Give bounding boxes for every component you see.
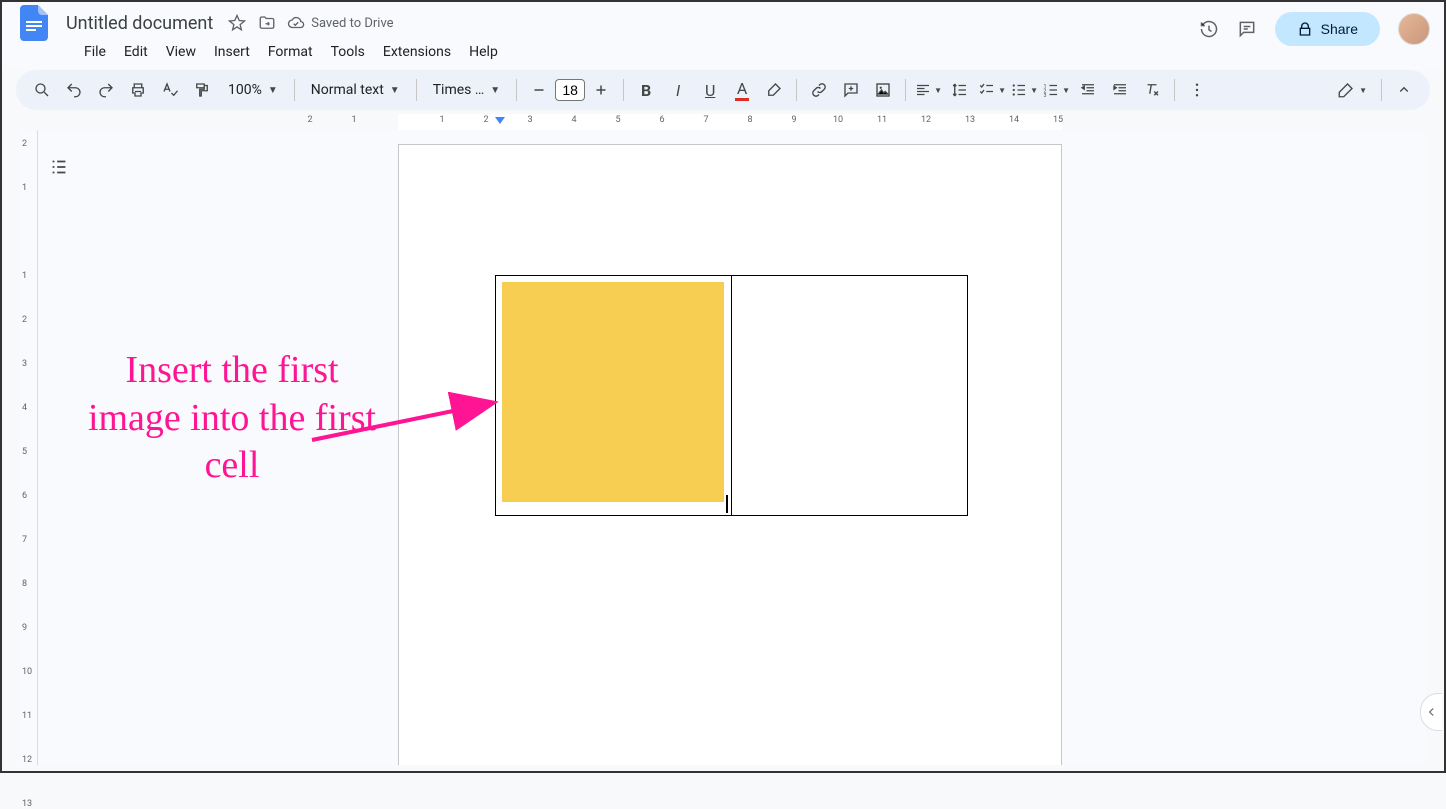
account-avatar[interactable]: [1398, 13, 1430, 45]
table-row: [496, 276, 968, 516]
chevron-down-icon: ▼: [998, 86, 1006, 95]
chevron-down-icon: ▼: [268, 85, 278, 96]
menu-file[interactable]: File: [76, 40, 114, 64]
decrease-font-size[interactable]: [525, 76, 553, 104]
highlight-icon[interactable]: [760, 76, 788, 104]
font-family-value: Times …: [433, 82, 485, 98]
document-page[interactable]: [398, 144, 1062, 765]
numbered-list-icon[interactable]: 123▼: [1042, 76, 1070, 104]
comments-icon[interactable]: [1237, 19, 1257, 39]
share-label: Share: [1321, 21, 1358, 37]
chevron-down-icon: ▼: [490, 85, 500, 96]
menu-format[interactable]: Format: [260, 40, 321, 64]
paragraph-style-value: Normal text: [311, 82, 384, 98]
decrease-indent-icon[interactable]: [1074, 76, 1102, 104]
saved-to-drive-status[interactable]: Saved to Drive: [287, 14, 393, 32]
chevron-down-icon: ▼: [1359, 86, 1367, 95]
document-table[interactable]: [495, 275, 968, 516]
table-cell-2[interactable]: [732, 276, 968, 516]
bulleted-list-icon[interactable]: ▼: [1010, 76, 1038, 104]
app-header: Untitled document Saved to Drive Share F…: [2, 2, 1444, 70]
link-icon[interactable]: [805, 76, 833, 104]
line-spacing-icon[interactable]: [946, 76, 974, 104]
table-cell-1[interactable]: [496, 276, 732, 516]
zoom-select[interactable]: 100% ▼: [220, 78, 286, 102]
menu-insert[interactable]: Insert: [206, 40, 258, 64]
menu-help[interactable]: Help: [461, 40, 506, 64]
saved-status-text: Saved to Drive: [311, 16, 393, 31]
bold-icon[interactable]: B: [632, 76, 660, 104]
add-comment-icon[interactable]: [837, 76, 865, 104]
editing-mode-icon[interactable]: ▼: [1331, 76, 1373, 104]
chevron-down-icon: ▼: [390, 85, 400, 96]
collapse-toolbar-icon[interactable]: [1390, 76, 1418, 104]
svg-text:3: 3: [1044, 93, 1047, 99]
spellcheck-icon[interactable]: [156, 76, 184, 104]
menu-tools[interactable]: Tools: [323, 40, 373, 64]
menu-extensions[interactable]: Extensions: [375, 40, 459, 64]
more-icon[interactable]: [1183, 76, 1211, 104]
undo-icon[interactable]: [60, 76, 88, 104]
underline-icon[interactable]: U: [696, 76, 724, 104]
workspace: 2112345678910111213: [20, 130, 1426, 765]
font-family-select[interactable]: Times … ▼: [425, 78, 508, 102]
insert-image-icon[interactable]: [869, 76, 897, 104]
redo-icon[interactable]: [92, 76, 120, 104]
clear-formatting-icon[interactable]: [1138, 76, 1166, 104]
text-cursor: [726, 495, 728, 513]
history-icon[interactable]: [1199, 19, 1219, 39]
vertical-ruler[interactable]: 2112345678910111213: [20, 130, 38, 765]
share-button[interactable]: Share: [1275, 12, 1380, 46]
document-title[interactable]: Untitled document: [60, 11, 219, 36]
show-outline-button[interactable]: [40, 148, 78, 186]
star-icon[interactable]: [227, 13, 247, 33]
menu-edit[interactable]: Edit: [116, 40, 156, 64]
search-icon[interactable]: [28, 76, 56, 104]
paragraph-style-select[interactable]: Normal text ▼: [303, 78, 408, 102]
move-icon[interactable]: [257, 13, 277, 33]
menu-view[interactable]: View: [158, 40, 204, 64]
zoom-value: 100%: [228, 82, 262, 98]
increase-font-size[interactable]: [587, 76, 615, 104]
print-icon[interactable]: [124, 76, 152, 104]
checklist-icon[interactable]: ▼: [978, 76, 1006, 104]
paint-format-icon[interactable]: [188, 76, 216, 104]
document-canvas[interactable]: [38, 130, 1426, 765]
inserted-image[interactable]: [502, 282, 724, 502]
align-icon[interactable]: ▼: [914, 76, 942, 104]
chevron-down-icon: ▼: [1062, 86, 1070, 95]
docs-logo-icon[interactable]: [16, 5, 52, 41]
increase-indent-icon[interactable]: [1106, 76, 1134, 104]
italic-icon[interactable]: I: [664, 76, 692, 104]
toolbar: 100%▼ Normal text▼ Times …▼ B I U A ▼ ▼ …: [16, 70, 1430, 110]
chevron-down-icon: ▼: [1030, 86, 1038, 95]
font-size-input[interactable]: [555, 79, 585, 101]
chevron-down-icon: ▼: [934, 86, 942, 95]
text-color-icon[interactable]: A: [728, 76, 756, 104]
